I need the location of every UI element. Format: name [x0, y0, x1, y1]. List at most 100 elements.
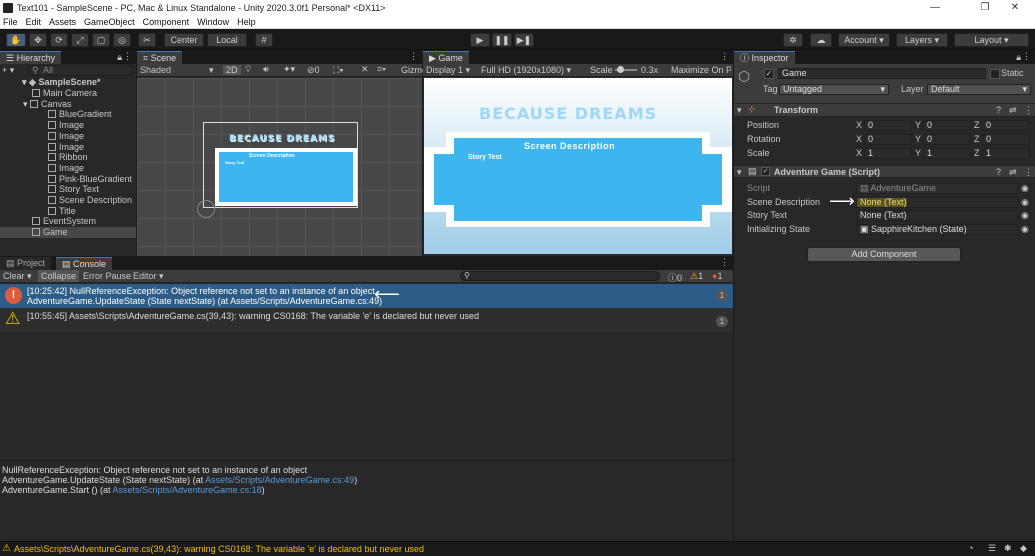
scale-y-field[interactable]: 1 [923, 148, 971, 159]
axis-label-y[interactable]: Y [915, 134, 921, 145]
hierarchy-item[interactable]: Game [0, 227, 136, 239]
console-entry-warning[interactable]: ⚠ [10:55:45] Assets\Scripts\AdventureGam… [0, 308, 733, 332]
error-pause-toggle[interactable]: Error Pause [83, 271, 131, 281]
2d-toggle[interactable]: 2D [223, 65, 241, 75]
layout-dropdown[interactable]: Layout ▾ [954, 33, 1029, 47]
axis-label-x[interactable]: X [856, 148, 862, 159]
menu-edit[interactable]: Edit [26, 17, 42, 27]
console-entry-error[interactable]: ! [10:25:42] NullReferenceException: Obj… [0, 284, 733, 308]
preset-icon[interactable]: ⇌ [1009, 105, 1017, 116]
axis-label-z[interactable]: Z [974, 120, 980, 131]
status-bar[interactable]: ⚠ Assets\Scripts\AdventureGame.cs(39,43)… [0, 541, 1035, 556]
hierarchy-item[interactable]: Image [0, 163, 136, 174]
object-picker-icon[interactable]: ◉ [1021, 224, 1029, 235]
clear-button[interactable]: Clear ▾ [3, 271, 32, 282]
axis-label-x[interactable]: X [856, 120, 862, 131]
scene-viewport[interactable]: BECAUSE DREAMS Screen Description Story … [137, 78, 422, 256]
transform-header[interactable]: ▾ ⊹ Transform ? ⇌ ⋮ [734, 104, 1035, 117]
console-search-input[interactable]: ⚲ [460, 271, 660, 281]
hierarchy-item[interactable]: Ribbon [0, 152, 136, 163]
layer-dropdown[interactable]: Default ▾ [927, 84, 1031, 95]
axis-label-x[interactable]: X [856, 134, 862, 145]
hierarchy-item[interactable]: ▾ Canvas [0, 99, 136, 110]
tab-project[interactable]: ▤ Project [0, 257, 52, 270]
object-name-field[interactable]: Game [778, 68, 986, 79]
lock-icon[interactable]: 🔒︎ [1016, 52, 1021, 63]
hierarchy-item[interactable]: Story Text [0, 184, 136, 195]
hierarchy-item[interactable]: BlueGradient [0, 109, 136, 120]
hierarchy-item[interactable]: Image [0, 142, 136, 153]
grid-snap-icon[interactable]: # [255, 33, 273, 47]
scale-x-field[interactable]: 1 [864, 148, 912, 159]
resolution-dropdown[interactable]: Full HD (1920x1080) ▾ [481, 65, 571, 76]
progress-icon[interactable]: ◔ [968, 543, 973, 553]
menu-help[interactable]: Help [237, 17, 256, 27]
more-icon[interactable]: ⋮ [720, 257, 729, 268]
add-component-button[interactable]: Add Component [807, 247, 961, 262]
help-icon[interactable]: ? [996, 105, 1001, 115]
hierarchy-item[interactable]: Title [0, 206, 136, 217]
axis-label-y[interactable]: Y [915, 120, 921, 131]
menu-assets[interactable]: Assets [49, 17, 76, 27]
menu-component[interactable]: Component [143, 17, 190, 27]
axis-label-z[interactable]: Z [974, 134, 980, 145]
shading-dropdown[interactable]: Shaded [140, 65, 171, 75]
effects-icon[interactable]: ✦▾ [283, 64, 295, 75]
lock-icon[interactable]: 🔒︎ [117, 52, 122, 63]
more-icon[interactable]: ⋮ [1022, 51, 1031, 62]
more-icon[interactable]: ⋮ [720, 51, 729, 62]
scale-tool-icon[interactable]: ⤢ [71, 33, 89, 47]
step-button[interactable]: ▶❚ [514, 33, 534, 47]
static-checkbox[interactable] [990, 69, 1000, 79]
position-z-field[interactable]: 0 [982, 120, 1030, 131]
grid-icon[interactable]: ⌗▾ [377, 64, 386, 75]
menu-gameobject[interactable]: GameObject [84, 17, 135, 27]
hierarchy-item[interactable]: Image [0, 131, 136, 142]
auto-generate-icon[interactable]: ☰ [988, 543, 996, 554]
tab-game[interactable]: ▶ Game [423, 51, 469, 64]
tab-scene[interactable]: ⌗ Scene [137, 51, 183, 64]
scale-z-field[interactable]: 1 [982, 148, 1030, 159]
object-picker-icon[interactable]: ◉ [1021, 183, 1029, 194]
object-picker-icon[interactable]: ◉ [1021, 197, 1029, 208]
layers-dropdown[interactable]: Layers ▾ [896, 33, 948, 47]
active-checkbox[interactable]: ✓ [764, 69, 774, 79]
collapse-toggle[interactable]: Collapse [38, 270, 80, 282]
hierarchy-item[interactable]: EventSystem [0, 216, 136, 227]
camera-settings-icon[interactable]: ⛶▾ [333, 65, 344, 76]
rect-tool-icon[interactable]: ▢ [92, 33, 110, 47]
scene-description-field[interactable]: None (Text) [856, 197, 1018, 208]
rotate-tool-icon[interactable]: ⟳ [50, 33, 68, 47]
hierarchy-item[interactable]: Pink-BlueGradient [0, 174, 136, 185]
error-filter-toggle[interactable]: ●1 [712, 271, 722, 281]
hierarchy-item[interactable]: Scene Description [0, 195, 136, 206]
scale-slider-handle[interactable] [617, 66, 624, 73]
transform-tool-icon[interactable]: ◎ [113, 33, 131, 47]
position-y-field[interactable]: 0 [923, 120, 971, 131]
object-picker-icon[interactable]: ◉ [1021, 210, 1029, 221]
rotation-z-field[interactable]: 0 [982, 134, 1030, 145]
move-tool-icon[interactable]: ✥ [29, 33, 47, 47]
audio-icon[interactable]: 🔊︎ [263, 64, 269, 75]
help-icon[interactable]: ? [996, 167, 1001, 177]
position-x-field[interactable]: 0 [864, 120, 912, 131]
hierarchy-item[interactable]: Main Camera [0, 88, 136, 99]
play-button[interactable]: ▶ [470, 33, 490, 47]
tab-console[interactable]: ▤ Console [56, 257, 113, 270]
account-dropdown[interactable]: Account ▾ [838, 33, 890, 47]
close-button[interactable]: ✕ [995, 0, 1035, 16]
tag-dropdown[interactable]: Untagged ▾ [779, 84, 889, 95]
lighting-icon[interactable]: 💡︎ [245, 64, 251, 75]
more-icon[interactable]: ⋮ [1024, 105, 1033, 116]
cloud-icon[interactable]: ☁ [810, 33, 832, 47]
pivot-local-button[interactable]: Local [207, 33, 247, 47]
tools-icon[interactable]: ✕ [361, 64, 369, 75]
hand-tool-icon[interactable]: ✋ [6, 33, 26, 47]
custom-tool-icon[interactable]: ✂ [138, 33, 156, 47]
notification-icon[interactable]: ◆ [1020, 543, 1027, 554]
more-icon[interactable]: ⋮ [123, 51, 132, 62]
pivot-center-button[interactable]: Center [164, 33, 204, 47]
display-dropdown[interactable]: Display 1 ▾ [426, 65, 470, 76]
more-icon[interactable]: ⋮ [409, 51, 418, 62]
tab-hierarchy[interactable]: ☰ Hierarchy [0, 51, 62, 64]
